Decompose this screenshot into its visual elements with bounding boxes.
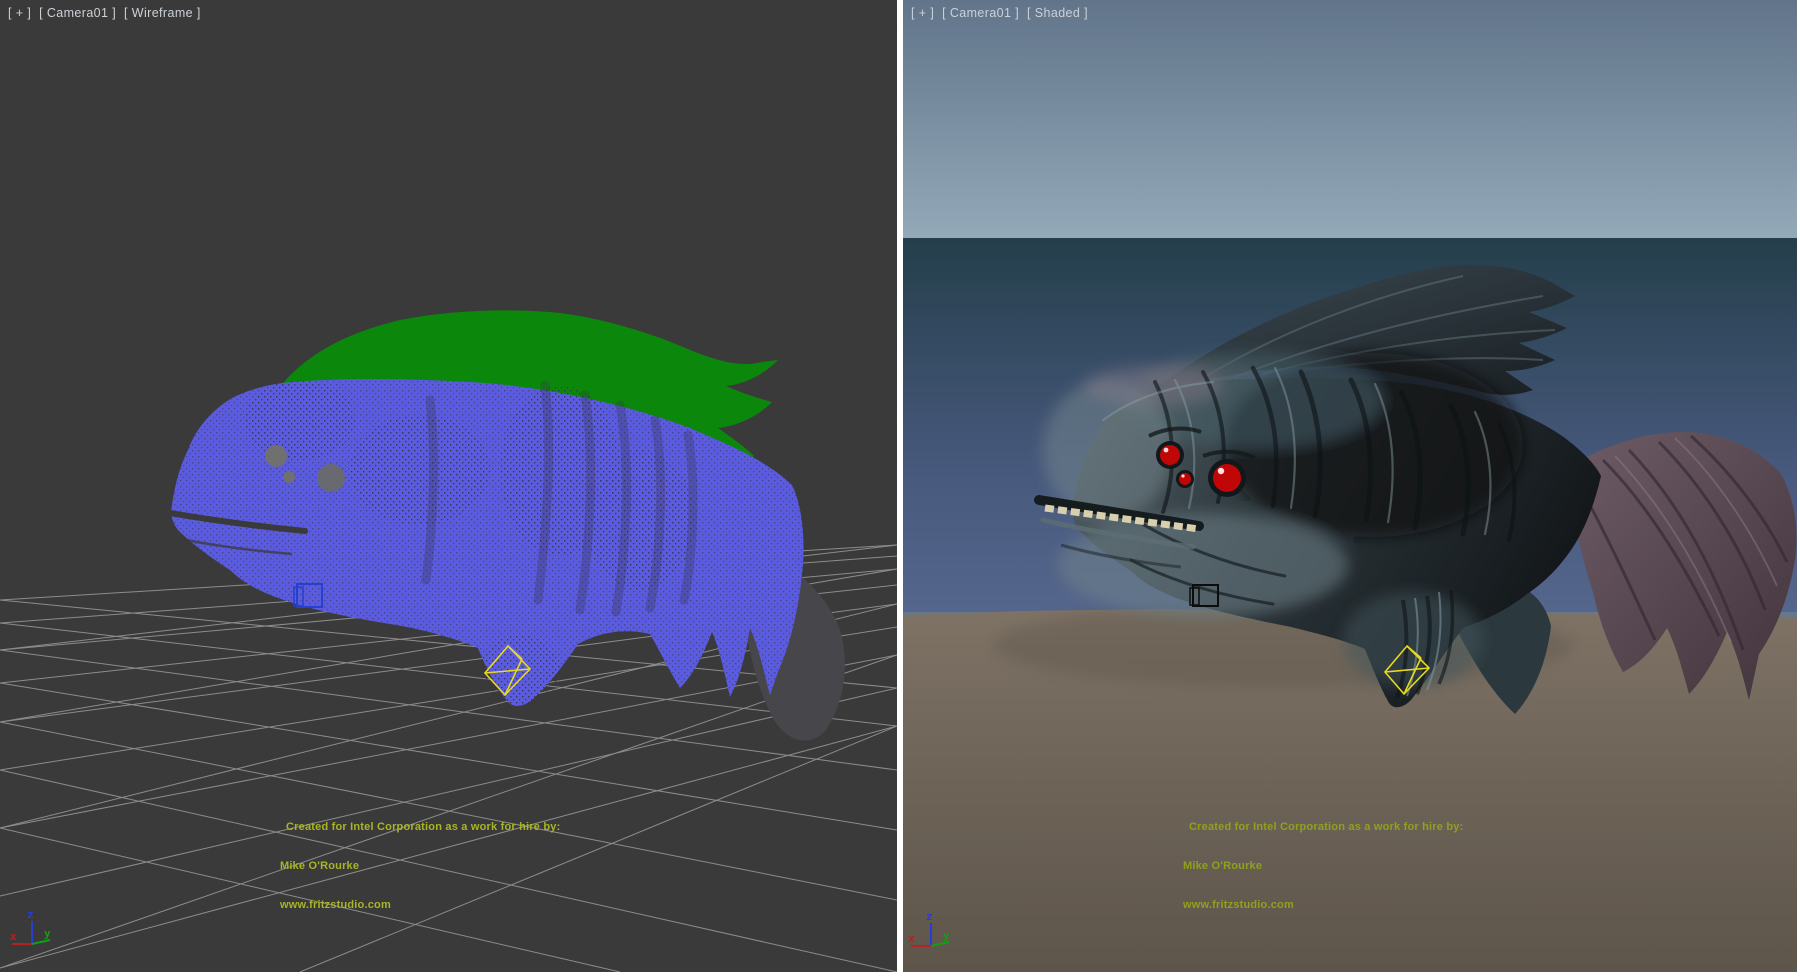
eye-red-medium (1160, 445, 1180, 465)
axis-y-label: y (44, 927, 51, 940)
scene-attribution-text: Created for Intel Corporation as a work … (1183, 795, 1463, 938)
eye-red-large (1213, 464, 1241, 492)
eye-red-small (1179, 473, 1191, 485)
viewport-label-shaded: [ + ] [ Camera01 ] [ Shaded ] (911, 6, 1092, 20)
sky (903, 0, 1797, 238)
attribution-line3: www.fritzstudio.com (280, 899, 560, 912)
viewport-menu-general[interactable]: [ + ] (911, 6, 934, 20)
axis-y-label: y (943, 929, 950, 942)
attribution-line1: Created for Intel Corporation as a work … (280, 821, 560, 834)
viewport-menu-general[interactable]: [ + ] (8, 6, 31, 20)
eye-tiny (283, 471, 295, 483)
viewport-wireframe[interactable]: x y z [ + ] [ Camera01 ] [ Wireframe ] C… (0, 0, 897, 972)
axis-x-label: x (908, 932, 915, 945)
scene-attribution-text: Created for Intel Corporation as a work … (280, 795, 560, 938)
axis-z-label: z (27, 908, 34, 921)
eye-large (317, 464, 345, 492)
dual-viewport-stage: x y z [ + ] [ Camera01 ] [ Wireframe ] C… (0, 0, 1800, 978)
viewport-menu-shading[interactable]: [ Shaded ] (1027, 6, 1088, 20)
viewport-menu-shading[interactable]: [ Wireframe ] (124, 6, 201, 20)
viewport-shaded[interactable]: x y z [ + ] [ Camera01 ] [ Shaded ] Crea… (903, 0, 1797, 972)
attribution-line2: Mike O'Rourke (1183, 860, 1463, 873)
attribution-line3: www.fritzstudio.com (1183, 899, 1463, 912)
attribution-line2: Mike O'Rourke (280, 860, 560, 873)
eye-small-upper (265, 445, 287, 467)
axis-x-label: x (10, 930, 17, 943)
viewport-menu-camera[interactable]: [ Camera01 ] (39, 6, 116, 20)
viewport-label-wireframe: [ + ] [ Camera01 ] [ Wireframe ] (8, 6, 205, 20)
viewport-menu-camera[interactable]: [ Camera01 ] (942, 6, 1019, 20)
attribution-line1: Created for Intel Corporation as a work … (1183, 821, 1463, 834)
axis-z-label: z (926, 910, 933, 923)
